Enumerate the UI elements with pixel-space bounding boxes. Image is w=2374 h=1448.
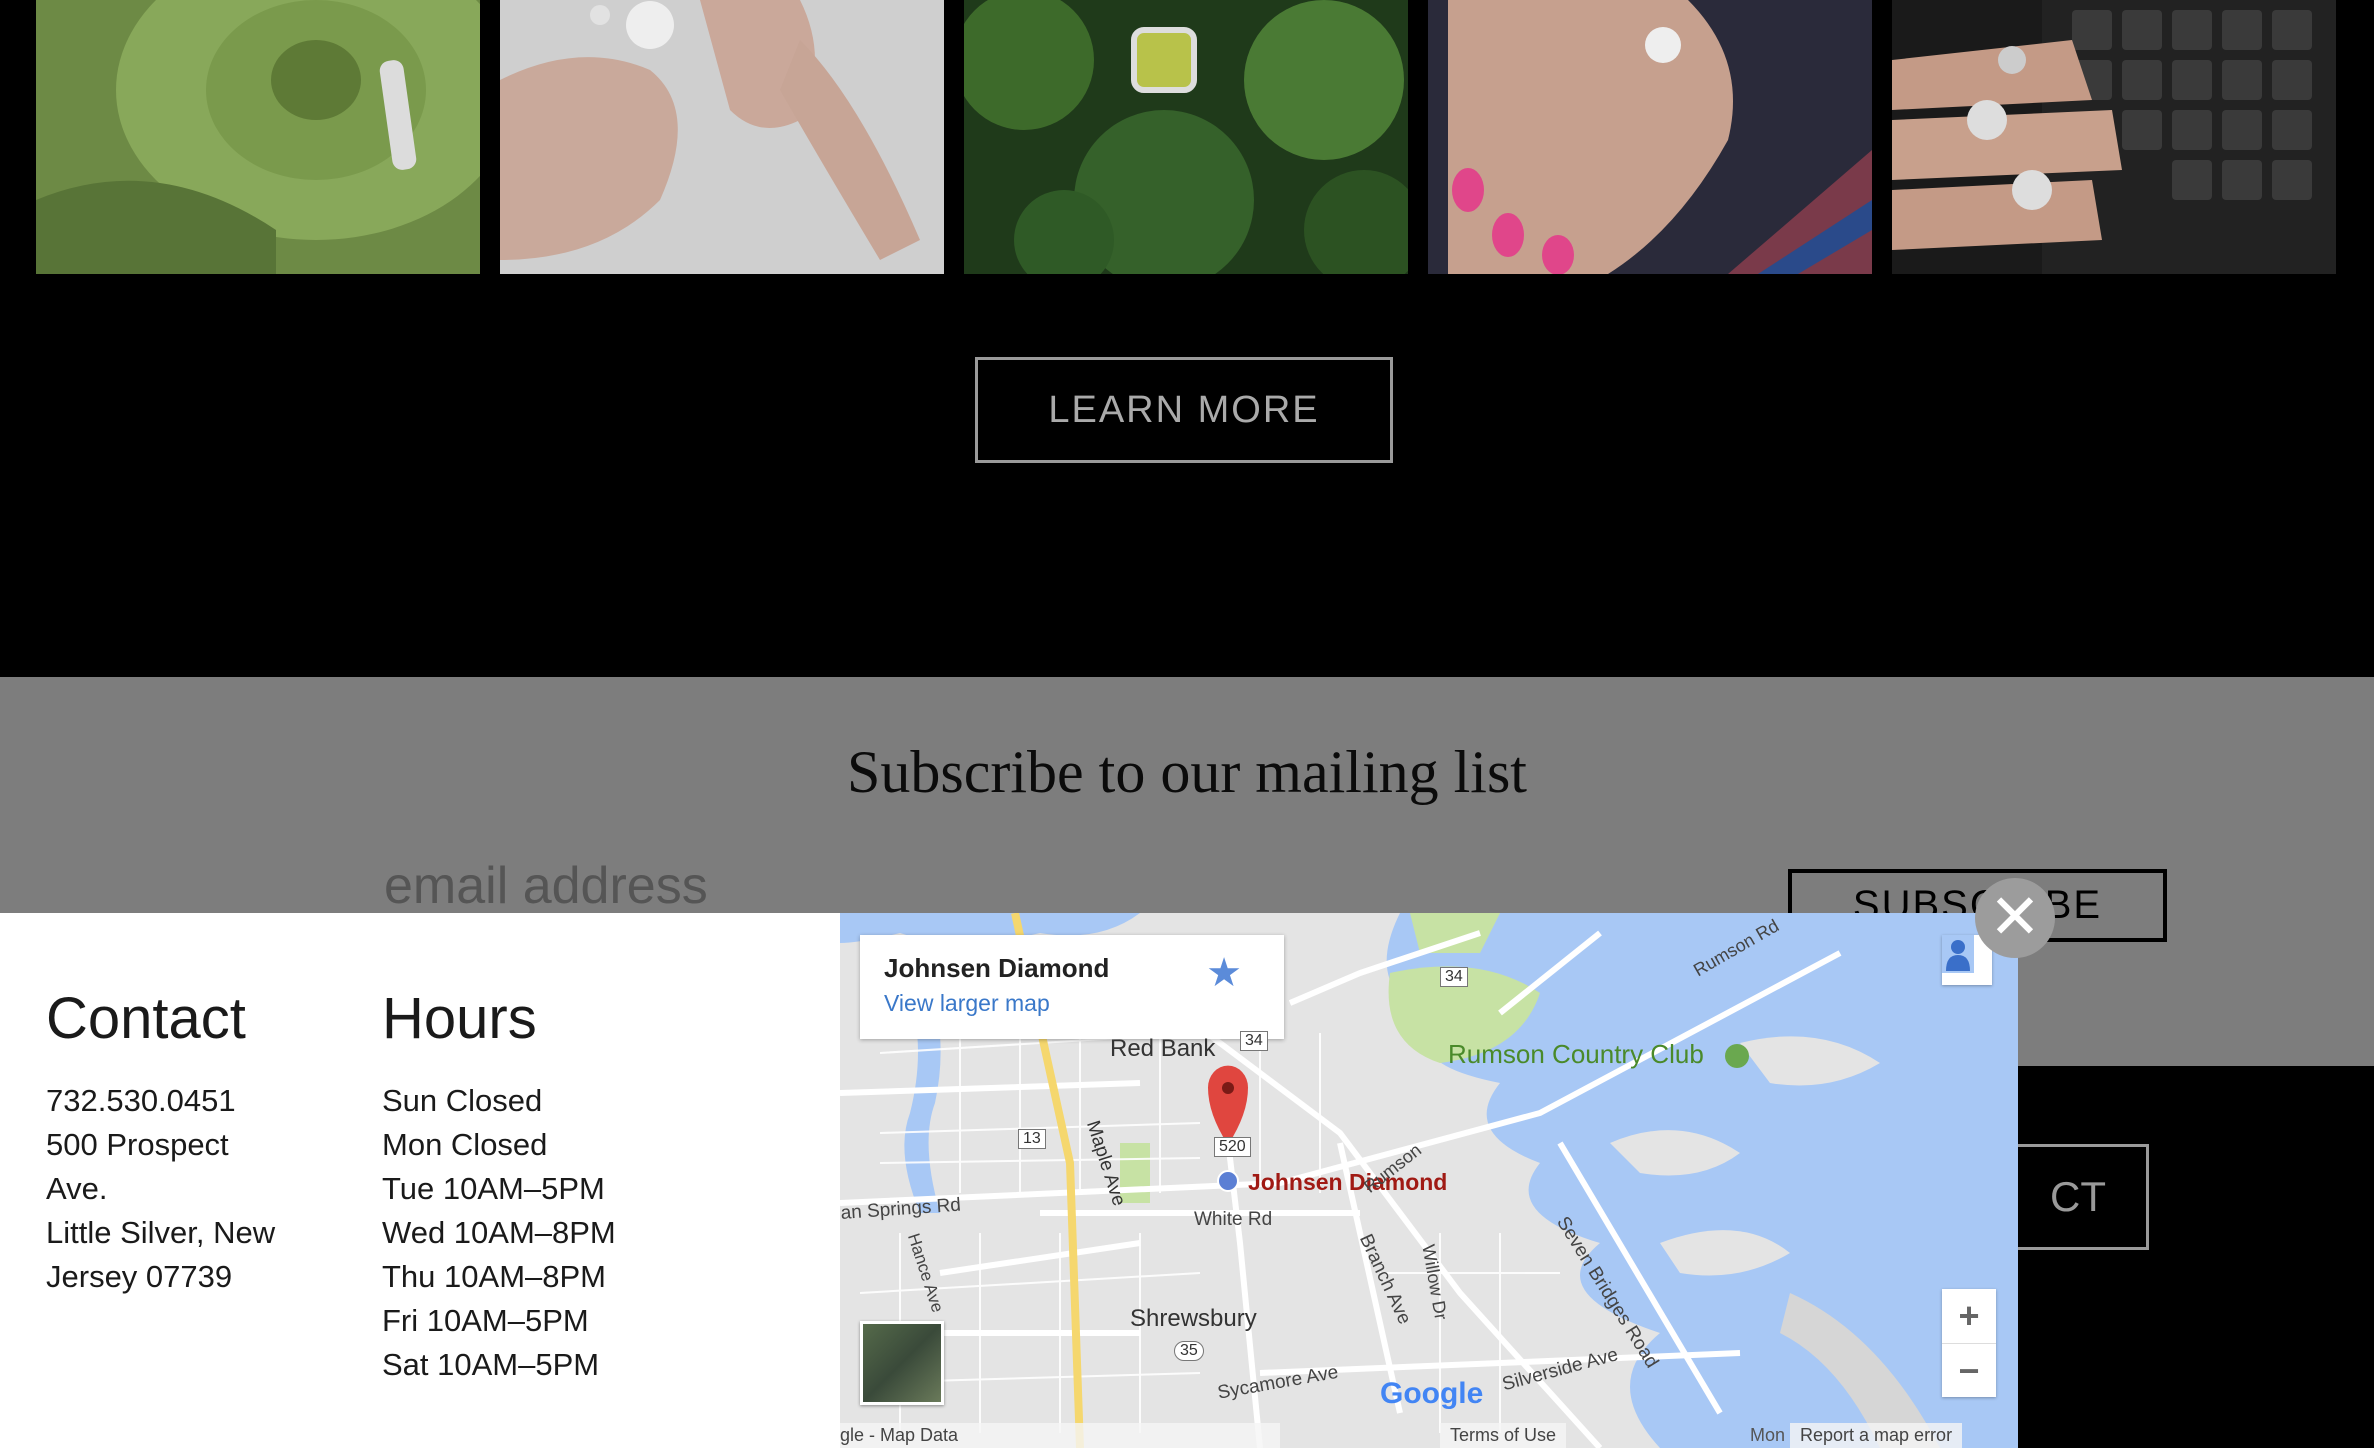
place-name: Johnsen Diamond <box>884 953 1110 983</box>
contact-address-line: Jersey 07739 <box>46 1259 233 1294</box>
place-info-card: Johnsen Diamond View larger map ★ <box>860 935 1284 1039</box>
hours-title: Hours <box>382 986 537 1051</box>
route-shield: 520 <box>1214 1137 1251 1157</box>
map-label-mon: Mon <box>1750 1425 1786 1445</box>
contact-modal: Contact 732.530.0451 500 Prospect Ave. L… <box>0 913 840 1448</box>
route-shield: 34 <box>1240 1031 1268 1051</box>
terms-of-use-link[interactable]: Terms of Use <box>1440 1423 1567 1448</box>
email-input[interactable] <box>382 855 1686 917</box>
map-label-rumson-cc: Rumson Country Club <box>1448 1039 1704 1069</box>
map-road-white: White Rd <box>1194 1209 1273 1230</box>
contact-phone[interactable]: 732.530.0451 <box>46 1079 275 1123</box>
map-label-red-bank: Red Bank <box>1110 1035 1216 1062</box>
gallery-image-succulent[interactable] <box>36 0 480 274</box>
route-shield: 35 <box>1174 1341 1204 1361</box>
save-star-icon[interactable]: ★ <box>1206 953 1242 993</box>
hours-line: Thu 10AM–8PM <box>382 1259 606 1294</box>
view-larger-map-link[interactable]: View larger map <box>884 990 1050 1017</box>
gallery-image-green-gem[interactable] <box>964 0 1408 274</box>
contact-details: 732.530.0451 500 Prospect Ave. Little Si… <box>46 1079 275 1299</box>
gallery-image-keyboard[interactable] <box>1892 0 2336 274</box>
subscribe-title: Subscribe to our mailing list <box>847 739 1527 805</box>
map-data-attribution: gle - Map Data <box>840 1423 1280 1448</box>
contact-title: Contact <box>46 986 246 1051</box>
zoom-out-button[interactable]: − <box>1942 1343 1996 1398</box>
zoom-in-button[interactable]: + <box>1942 1289 1996 1343</box>
contact-address-line: Ave. <box>46 1171 108 1206</box>
map-pin-label[interactable]: Johnsen Diamond <box>1248 1169 1447 1196</box>
report-map-error-link[interactable]: Report a map error <box>1790 1423 1963 1448</box>
location-map[interactable]: Johnsen Diamond View larger map ★ Red Ba… <box>840 913 2018 1448</box>
hours-line: Tue 10AM–5PM <box>382 1171 605 1206</box>
google-logo: Google <box>1380 1377 1484 1410</box>
hours-line: Sun Closed <box>382 1083 543 1118</box>
route-shield: 34 <box>1440 967 1468 987</box>
map-label-shrewsbury: Shrewsbury <box>1130 1305 1257 1332</box>
contact-address-line: 500 Prospect <box>46 1127 229 1162</box>
route-shield: 13 <box>1018 1129 1046 1149</box>
gallery-image-hand[interactable] <box>500 0 944 274</box>
pegman-icon <box>1942 935 1974 973</box>
hours-list: Sun Closed Mon Closed Tue 10AM–5PM Wed 1… <box>382 1079 616 1387</box>
close-modal-button[interactable]: ✕ <box>1975 878 2055 958</box>
hours-line: Fri 10AM–5PM <box>382 1303 589 1338</box>
satellite-toggle[interactable] <box>860 1321 944 1405</box>
learn-more-button[interactable]: LEARN MORE <box>975 357 1393 463</box>
contact-address-line: Little Silver, New <box>46 1215 276 1250</box>
hours-line: Sat 10AM–5PM <box>382 1347 600 1382</box>
photo-gallery <box>0 0 2374 274</box>
zoom-controls: + − <box>1942 1289 1996 1397</box>
gallery-image-pink-nails[interactable] <box>1428 0 1872 274</box>
hours-line: Wed 10AM–8PM <box>382 1215 616 1250</box>
hours-line: Mon Closed <box>382 1127 548 1162</box>
